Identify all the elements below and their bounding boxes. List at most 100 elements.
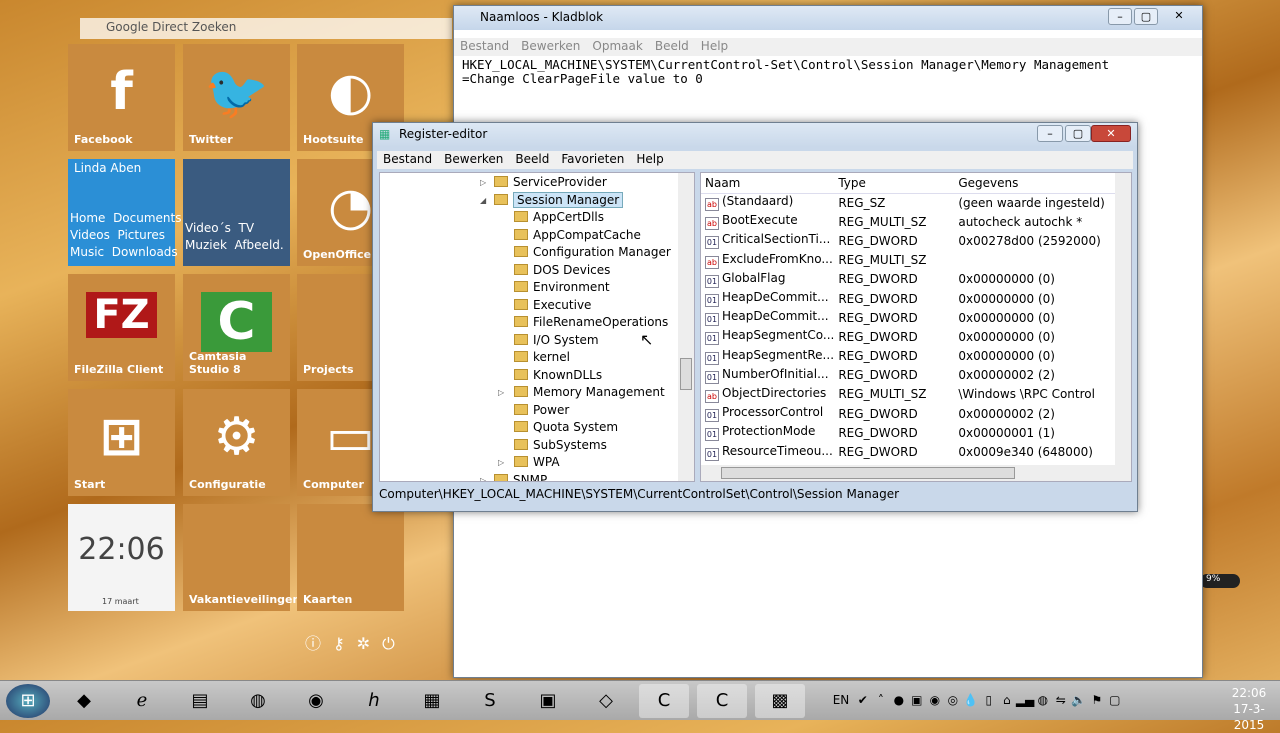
- tray-icon[interactable]: ◎: [944, 693, 962, 707]
- tile-link-row[interactable]: Videos Pictures: [70, 228, 165, 242]
- settings-icon[interactable]: ✲: [357, 634, 382, 653]
- tree-scrollbar[interactable]: [678, 173, 694, 481]
- network-icon[interactable]: ⇋: [1052, 693, 1070, 707]
- signal-icon[interactable]: ▂▄: [1016, 693, 1034, 707]
- taskbar-archive-button[interactable]: ▤: [175, 684, 225, 718]
- tray-icon[interactable]: ▯: [980, 693, 998, 707]
- taskbar-skype-button[interactable]: S: [465, 684, 515, 718]
- table-row[interactable]: 01 ResourceTimeou... REG_DWORD 0x0009e340 (…: [701, 442, 1115, 461]
- taskbar-hp-button[interactable]: ℎ: [349, 684, 399, 718]
- collapse-icon[interactable]: ◢: [480, 192, 486, 210]
- tray-expand-icon[interactable]: ˄: [872, 693, 890, 707]
- menu-help[interactable]: Help: [701, 39, 728, 53]
- tree-node[interactable]: AppCompatCache: [380, 227, 694, 245]
- expand-icon[interactable]: ▷: [498, 454, 504, 472]
- tile-facebook[interactable]: f Facebook: [68, 44, 175, 151]
- tray-icon[interactable]: ◉: [926, 693, 944, 707]
- maximize-button[interactable]: ▢: [1065, 125, 1091, 142]
- taskbar-logo-creator-button[interactable]: ◆: [59, 684, 109, 718]
- maximize-button[interactable]: ▢: [1134, 8, 1158, 25]
- minimize-button[interactable]: –: [1108, 8, 1132, 25]
- tree-node[interactable]: FileRenameOperations: [380, 314, 694, 332]
- tile-camtasia-studio-8[interactable]: C Camtasia Studio 8: [183, 274, 290, 381]
- table-row[interactable]: 01 HeapDeCommit... REG_DWORD 0x00000000 (0): [701, 289, 1115, 308]
- menu-opmaak[interactable]: Opmaak: [592, 39, 642, 53]
- google-search-bar[interactable]: Google Direct Zoeken: [80, 18, 452, 39]
- tree-node[interactable]: ◢ Session Manager: [380, 191, 694, 210]
- drop-icon[interactable]: 💧: [962, 693, 980, 707]
- tile-kaarten[interactable]: Kaarten: [297, 504, 404, 611]
- tray-icon[interactable]: ✔: [854, 693, 872, 707]
- table-row[interactable]: ab ExcludeFromKno... REG_MULTI_SZ: [701, 251, 1115, 270]
- scroll-thumb[interactable]: [680, 358, 692, 390]
- tree-node[interactable]: DOS Devices: [380, 262, 694, 280]
- table-row[interactable]: ab ObjectDirectories REG_MULTI_SZ \Windows …: [701, 385, 1115, 404]
- close-button[interactable]: ✕: [1091, 125, 1131, 142]
- expand-icon[interactable]: ▷: [480, 472, 486, 482]
- tile-filezilla-client[interactable]: FZ FileZilla Client: [68, 274, 175, 381]
- menu-bewerken[interactable]: Bewerken: [521, 39, 580, 53]
- tile-link-row[interactable]: Home Documents: [70, 211, 182, 225]
- tree-node[interactable]: ▷ SNMP: [380, 472, 694, 482]
- notepad-text[interactable]: HKEY_LOCAL_MACHINE\SYSTEM\CurrentControl…: [454, 56, 1202, 88]
- table-row[interactable]: ab BootExecute REG_MULTI_SZ autocheck autoc…: [701, 212, 1115, 231]
- tree-node[interactable]: Executive: [380, 297, 694, 315]
- tree-node[interactable]: Configuration Manager: [380, 244, 694, 262]
- menu-beeld[interactable]: Beeld: [515, 152, 549, 166]
- tray-icon[interactable]: ●: [890, 693, 908, 707]
- expand-icon[interactable]: ▷: [480, 174, 486, 192]
- volume-icon[interactable]: 🔈: [1070, 693, 1088, 707]
- language-indicator[interactable]: EN: [832, 693, 850, 707]
- table-row[interactable]: 01 ProcessorControl REG_DWORD 0x00000002 (2…: [701, 404, 1115, 423]
- tree-node[interactable]: kernel: [380, 349, 694, 367]
- tree-node[interactable]: Quota System: [380, 419, 694, 437]
- tree-node[interactable]: Power: [380, 402, 694, 420]
- tray-icon[interactable]: ▣: [908, 693, 926, 707]
- tray-icon[interactable]: ▢: [1106, 693, 1124, 707]
- tree-node[interactable]: ▷ ServiceProvider: [380, 174, 694, 192]
- values-vscrollbar[interactable]: [1115, 173, 1131, 467]
- taskbar-paper-button[interactable]: ◇: [581, 684, 631, 718]
- table-row[interactable]: 01 CriticalSectionTi... REG_DWORD 0x00278d0…: [701, 231, 1115, 250]
- table-row[interactable]: 01 HeapDeCommit... REG_DWORD 0x00000000 (0): [701, 308, 1115, 327]
- menu-bestand[interactable]: Bestand: [460, 39, 509, 53]
- taskbar-camtasia-button[interactable]: C: [639, 684, 689, 718]
- menu-bewerken[interactable]: Bewerken: [444, 152, 503, 166]
- tile-twitter[interactable]: 🐦 Twitter: [183, 44, 290, 151]
- table-row[interactable]: 01 GlobalFlag REG_DWORD 0x00000000 (0): [701, 270, 1115, 289]
- clock[interactable]: 22:06 17-3-2015: [1218, 685, 1280, 733]
- tile-configuratie[interactable]: ⚙ Configuratie: [183, 389, 290, 496]
- start-button[interactable]: ⊞: [6, 684, 50, 718]
- tile-linda-aben[interactable]: Home Documents Videos Pictures Music Downl…: [68, 159, 182, 266]
- taskbar-camtasia-recorder-button[interactable]: C: [697, 684, 747, 718]
- menu-favorieten[interactable]: Favorieten: [561, 152, 624, 166]
- column-header-type[interactable]: Type: [834, 173, 954, 193]
- tree-node[interactable]: ▷ WPA: [380, 454, 694, 472]
- menu-bestand[interactable]: Bestand: [383, 152, 432, 166]
- expand-icon[interactable]: ▷: [498, 384, 504, 402]
- key-icon[interactable]: ⚷: [333, 634, 357, 653]
- values-hscrollbar[interactable]: [701, 465, 1131, 481]
- table-row[interactable]: 01 HeapSegmentCo... REG_DWORD 0x00000000 (0…: [701, 327, 1115, 346]
- table-row[interactable]: 01 NumberOfInitial... REG_DWORD 0x00000002 …: [701, 366, 1115, 385]
- table-row[interactable]: 01 ProtectionMode REG_DWORD 0x00000001 (1): [701, 423, 1115, 442]
- tree-node[interactable]: KnownDLLs: [380, 367, 694, 385]
- column-header-naam[interactable]: Naam: [701, 173, 834, 193]
- table-row[interactable]: ab (Standaard) REG_SZ (geen waarde ingestel…: [701, 193, 1115, 212]
- tile-start[interactable]: ⊞ Start: [68, 389, 175, 496]
- power-icon[interactable]: ⏻: [382, 634, 407, 653]
- taskbar-ie-blue-button[interactable]: ℯ: [117, 684, 167, 718]
- taskbar-regedit-button[interactable]: ▩: [755, 684, 805, 718]
- values-list[interactable]: Naam Type Gegevens ab (Standaard) REG_SZ (geen…: [700, 172, 1132, 482]
- table-row[interactable]: 01 HeapSegmentRe... REG_DWORD 0x00000000 (0…: [701, 347, 1115, 366]
- tile-link-row[interactable]: Music Downloads: [70, 245, 178, 259]
- tile-link-row[interactable]: Muziek Afbeeld.: [185, 238, 284, 252]
- key-tree[interactable]: ▷ ServiceProvider ◢ Session Manager AppCertD…: [379, 172, 695, 482]
- info-icon[interactable]: ⓘ: [305, 634, 333, 653]
- close-button[interactable]: ✕: [1160, 8, 1198, 25]
- tree-node[interactable]: AppCertDlls: [380, 209, 694, 227]
- chrome-icon[interactable]: ◍: [1034, 693, 1052, 707]
- taskbar-media-player-button[interactable]: ◉: [291, 684, 341, 718]
- taskbar-calendar-button[interactable]: ▦: [407, 684, 457, 718]
- taskbar-chrome-button[interactable]: ◍: [233, 684, 283, 718]
